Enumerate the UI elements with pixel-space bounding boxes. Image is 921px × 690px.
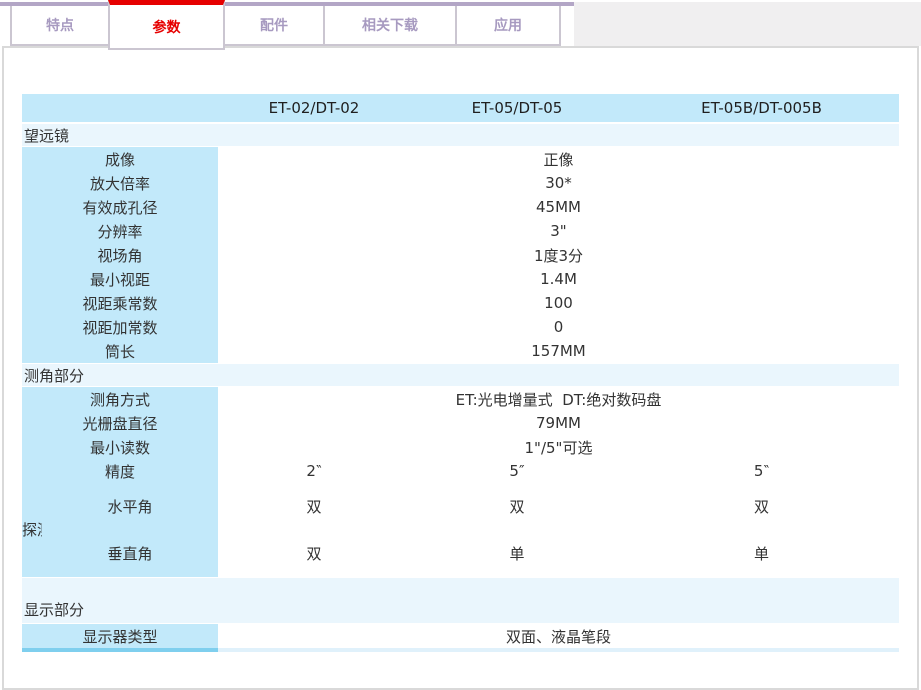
spec-label: 成像 <box>22 147 218 172</box>
spec-label: 测角方式 <box>22 387 218 412</box>
column-header: ET-05B/DT-005B <box>624 94 899 123</box>
spec-value: 双 <box>624 483 899 530</box>
spec-value-merged: 1度3分 <box>218 243 899 267</box>
spec-value: 5‶ <box>624 459 899 483</box>
section-label: 测角部分 <box>22 364 899 387</box>
content-panel: ET-02/DT-02ET-05/DT-05ET-05B/DT-005B望远镜成… <box>2 46 919 690</box>
spec-value-merged: 100 <box>218 291 899 315</box>
table-row: 显示器类型双面、液晶笔段 <box>22 624 899 649</box>
spec-value-merged: 3" <box>218 219 899 243</box>
section-label: 望远镜 <box>22 123 899 147</box>
spec-label: 水平角 <box>42 483 218 530</box>
spec-label: 放大倍率 <box>22 171 218 195</box>
table-row: 成像正像 <box>22 147 899 172</box>
partial-row <box>22 648 899 652</box>
spec-label: 最小视距 <box>22 267 218 291</box>
spec-value: 双 <box>410 483 624 530</box>
table-row: 最小视距1.4M <box>22 267 899 291</box>
spec-value-merged: 79MM <box>218 411 899 435</box>
table-row: 有效成孔径45MM <box>22 195 899 219</box>
section-row: 显示部分 <box>22 578 899 624</box>
spec-label: 筒长 <box>22 339 218 364</box>
spec-value-merged: 1"/5"可选 <box>218 435 899 459</box>
spec-table: ET-02/DT-02ET-05/DT-05ET-05B/DT-005B望远镜成… <box>22 94 899 652</box>
section-label: 显示部分 <box>22 578 899 624</box>
tab-list: 特点参数配件相关下载应用 <box>10 0 561 50</box>
spec-value-merged: 1.4M <box>218 267 899 291</box>
spec-label: 视距加常数 <box>22 315 218 339</box>
tab-downloads[interactable]: 相关下载 <box>323 6 457 46</box>
table-row: 探测方式水平角双双双 <box>22 483 899 530</box>
spec-label: 显示器类型 <box>22 624 218 649</box>
section-row: 测角部分 <box>22 364 899 387</box>
spec-label: 最小读数 <box>22 435 218 459</box>
tab-parameters[interactable]: 参数 <box>108 0 225 50</box>
spec-value: 5″ <box>410 459 624 483</box>
spec-value-merged: 30* <box>218 171 899 195</box>
table-row: 筒长157MM <box>22 339 899 364</box>
table-row: 放大倍率30* <box>22 171 899 195</box>
table-row: 视距加常数0 <box>22 315 899 339</box>
spec-value-merged: ET:光电增量式 DT:绝对数码盘 <box>218 387 899 412</box>
spec-label: 光栅盘直径 <box>22 411 218 435</box>
table-row: 光栅盘直径79MM <box>22 411 899 435</box>
tab-applications[interactable]: 应用 <box>455 6 561 46</box>
column-header: ET-02/DT-02 <box>218 94 410 123</box>
column-header: ET-05/DT-05 <box>410 94 624 123</box>
spec-label: 有效成孔径 <box>22 195 218 219</box>
column-header-blank <box>22 94 218 123</box>
spec-label: 视场角 <box>22 243 218 267</box>
partial-row-label-cell <box>22 648 218 652</box>
vertical-group-label: 探测方式 <box>22 483 42 578</box>
tab-features[interactable]: 特点 <box>10 6 110 46</box>
tab-bar: 特点参数配件相关下载应用 <box>0 0 921 46</box>
table-row: 垂直角双单单 <box>22 530 899 578</box>
spec-label: 精度 <box>22 459 218 483</box>
spec-value-merged: 45MM <box>218 195 899 219</box>
spec-value-merged: 双面、液晶笔段 <box>218 624 899 649</box>
table-row: 视场角1度3分 <box>22 243 899 267</box>
table-row: 精度2‶5″5‶ <box>22 459 899 483</box>
spec-value: 2‶ <box>218 459 410 483</box>
spec-label: 垂直角 <box>42 530 218 578</box>
table-row: 测角方式ET:光电增量式 DT:绝对数码盘 <box>22 387 899 412</box>
spec-value-merged: 正像 <box>218 147 899 172</box>
spec-value: 单 <box>624 530 899 578</box>
spec-label: 视距乘常数 <box>22 291 218 315</box>
section-row: 望远镜 <box>22 123 899 147</box>
tab-accessories[interactable]: 配件 <box>223 6 325 46</box>
spec-value: 单 <box>410 530 624 578</box>
partial-row-value-cell <box>218 648 899 652</box>
table-header-row: ET-02/DT-02ET-05/DT-05ET-05B/DT-005B <box>22 94 899 123</box>
spec-value-merged: 157MM <box>218 339 899 364</box>
spec-value: 双 <box>218 483 410 530</box>
spec-value: 双 <box>218 530 410 578</box>
table-row: 视距乘常数100 <box>22 291 899 315</box>
table-row: 分辨率3" <box>22 219 899 243</box>
spec-label: 分辨率 <box>22 219 218 243</box>
spec-value-merged: 0 <box>218 315 899 339</box>
table-row: 最小读数1"/5"可选 <box>22 435 899 459</box>
tab-bar-right-fill <box>574 2 921 46</box>
